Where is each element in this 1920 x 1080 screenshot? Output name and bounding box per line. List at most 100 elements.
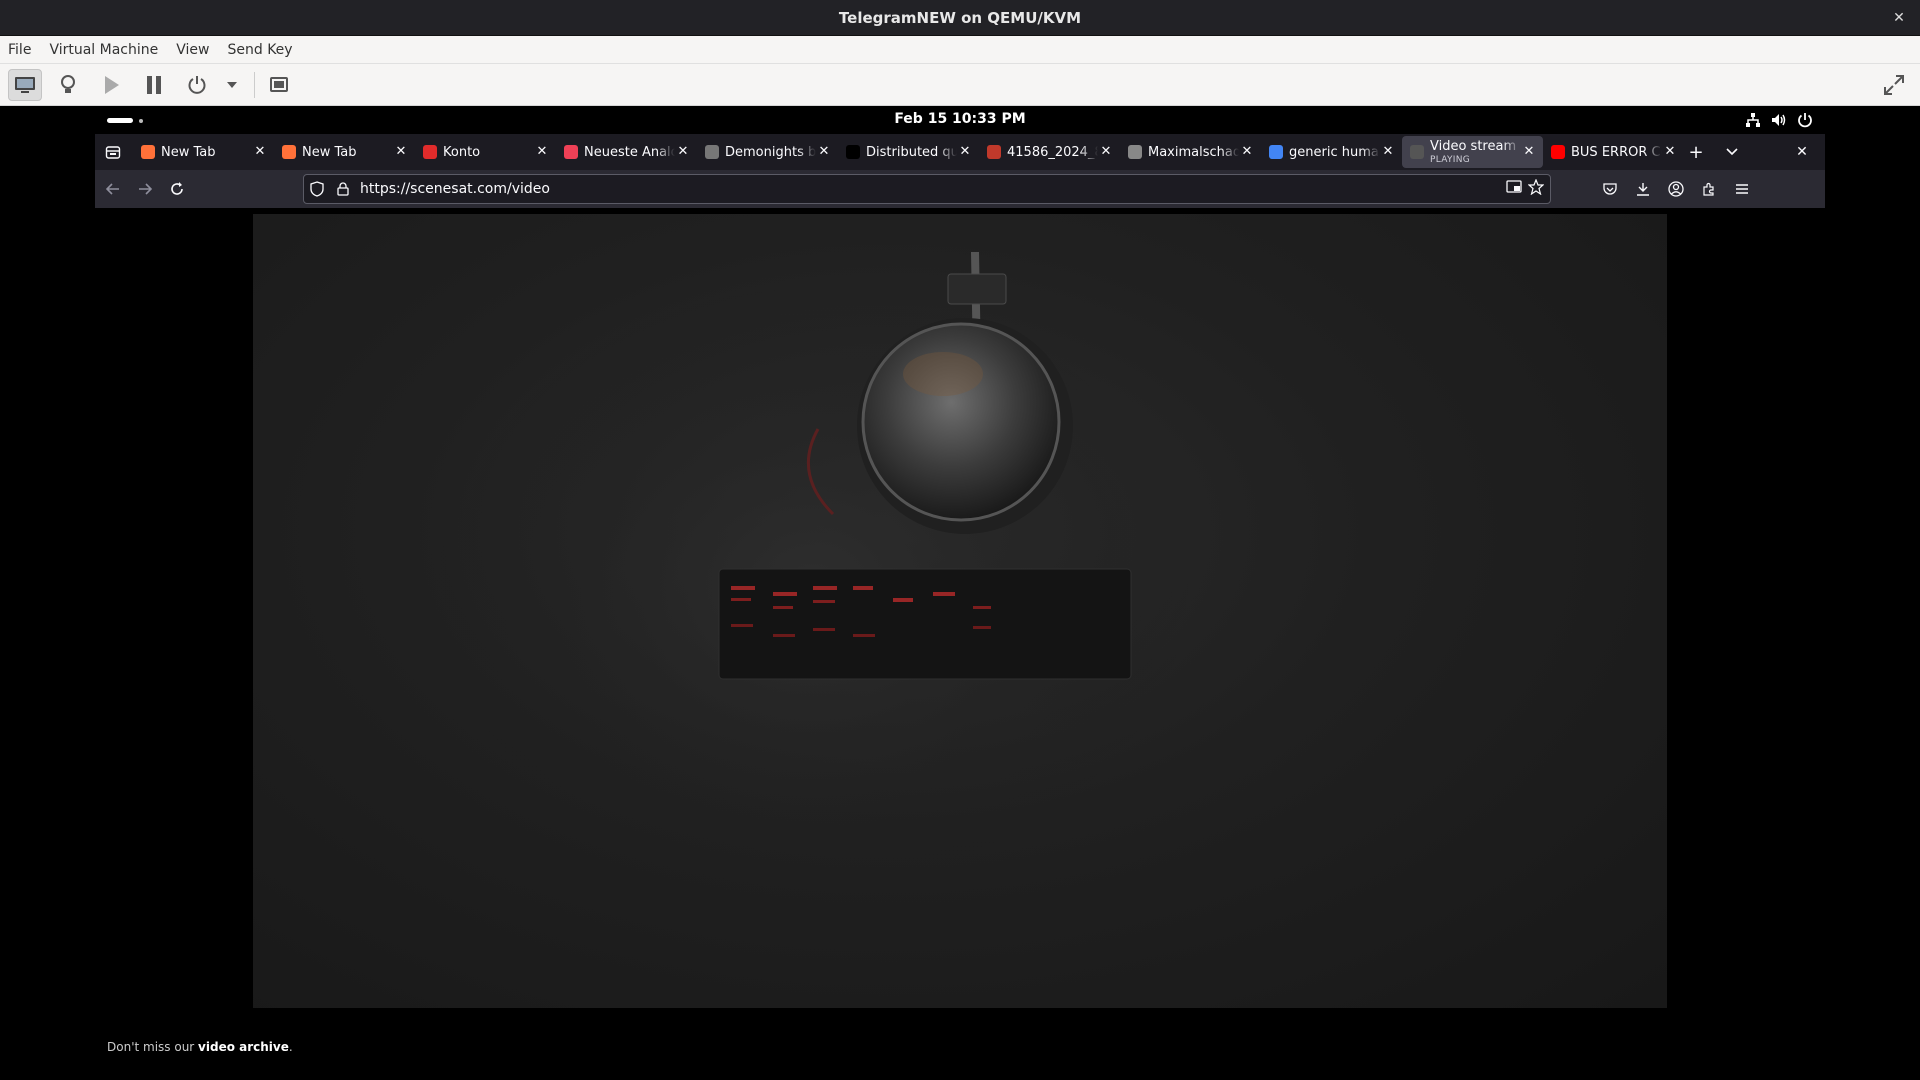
downloads-button[interactable] bbox=[1631, 177, 1655, 201]
scenesat-icon bbox=[1410, 145, 1424, 159]
browser-tab[interactable]: Demonights by ✕ bbox=[697, 136, 838, 168]
forward-button[interactable] bbox=[133, 177, 157, 201]
reload-button[interactable] bbox=[165, 177, 189, 201]
window-close-button[interactable]: ✕ bbox=[1890, 9, 1908, 27]
tab-label: New Tab bbox=[302, 144, 357, 160]
tab-label: BUS ERROR Co bbox=[1571, 144, 1662, 160]
new-tab-button[interactable]: + bbox=[1684, 140, 1708, 164]
tab-label: Konto bbox=[443, 144, 481, 160]
puzzle-icon bbox=[1703, 182, 1714, 196]
browser-tab[interactable]: 41586_2024_8 ✕ bbox=[979, 136, 1120, 168]
lock-icon[interactable] bbox=[330, 175, 356, 203]
host-toolbar bbox=[0, 64, 1920, 106]
tab-title-stack: Video stream | PLAYING bbox=[1430, 139, 1521, 166]
tab-label: Video stream | bbox=[1430, 138, 1521, 154]
expand-icon bbox=[1884, 75, 1904, 95]
tab-close-icon[interactable]: ✕ bbox=[252, 144, 268, 160]
google-icon bbox=[1269, 145, 1283, 159]
arrow-right-icon bbox=[139, 183, 152, 195]
footer-note: Don't miss our video archive. bbox=[107, 1040, 293, 1054]
guest-display[interactable]: Feb 15 10:33 PM New Tab ✕ New Tab ✕ Konto ✕ Ne… bbox=[0, 106, 1920, 1080]
pocket-icon bbox=[564, 145, 578, 159]
tab-close-icon[interactable]: ✕ bbox=[816, 144, 832, 160]
close-window-button[interactable]: ✕ bbox=[1790, 140, 1814, 164]
n-icon bbox=[846, 145, 860, 159]
power-icon bbox=[1797, 112, 1813, 128]
picture-in-picture-icon[interactable] bbox=[1506, 179, 1522, 199]
footer-text: Don't miss our bbox=[107, 1040, 199, 1054]
video-player[interactable] bbox=[253, 214, 1667, 1008]
tab-close-icon[interactable]: ✕ bbox=[393, 144, 409, 160]
firefox-browser: New Tab✕New Tab✕Konto✕Neueste Analoge✕De… bbox=[95, 134, 1825, 208]
tab-close-icon[interactable]: ✕ bbox=[1239, 144, 1255, 160]
tab-label: Neueste Analoge bbox=[584, 144, 675, 160]
tab-label: New Tab bbox=[161, 144, 216, 160]
dn-icon bbox=[705, 145, 719, 159]
browser-tab[interactable]: generic human ✕ bbox=[1261, 136, 1402, 168]
guest-clock[interactable]: Feb 15 10:33 PM bbox=[95, 111, 1825, 127]
firefox-icon bbox=[141, 145, 155, 159]
tab-close-icon[interactable]: ✕ bbox=[957, 144, 973, 160]
shutdown-menu-button[interactable] bbox=[223, 69, 241, 101]
run-button[interactable] bbox=[94, 69, 128, 101]
tab-label: Demonights by bbox=[725, 144, 816, 160]
url-bar[interactable]: https://scenesat.com/video bbox=[303, 174, 1551, 204]
tab-close-icon[interactable]: ✕ bbox=[1521, 144, 1537, 160]
pocket-button[interactable] bbox=[1598, 177, 1622, 201]
monitor-icon bbox=[15, 76, 35, 93]
pdf-icon bbox=[987, 145, 1001, 159]
snapshots-button[interactable] bbox=[263, 69, 297, 101]
app-menu-button[interactable] bbox=[1730, 177, 1754, 201]
tracking-protection-icon[interactable] bbox=[304, 175, 330, 203]
chevron-down-icon bbox=[1726, 148, 1738, 156]
tab-close-icon[interactable]: ✕ bbox=[1098, 144, 1114, 160]
tab-close-icon[interactable]: ✕ bbox=[1662, 144, 1678, 160]
page-content: Don't miss our video archive. bbox=[95, 208, 1825, 1080]
back-button[interactable] bbox=[101, 177, 125, 201]
system-tray[interactable] bbox=[1745, 112, 1813, 128]
fullscreen-button[interactable] bbox=[1878, 70, 1910, 100]
browser-tab[interactable]: Maximalschade ✕ bbox=[1120, 136, 1261, 168]
video-archive-link[interactable]: video archive bbox=[198, 1040, 289, 1054]
console-view-button[interactable] bbox=[8, 68, 42, 101]
pause-icon bbox=[147, 75, 161, 94]
firefox-icon bbox=[282, 145, 296, 159]
shutdown-button[interactable] bbox=[180, 69, 214, 101]
tab-strip: New Tab✕New Tab✕Konto✕Neueste Analoge✕De… bbox=[95, 134, 1825, 170]
extensions-button[interactable] bbox=[1697, 177, 1721, 201]
firefox-view-button[interactable] bbox=[101, 140, 125, 164]
download-icon bbox=[1637, 183, 1649, 196]
toolbar-separator bbox=[254, 71, 255, 98]
browser-tab[interactable]: Konto ✕ bbox=[415, 136, 556, 168]
reload-icon bbox=[171, 182, 183, 195]
browser-tab[interactable]: New Tab ✕ bbox=[133, 136, 274, 168]
browser-tab[interactable]: Neueste Analoge✕ bbox=[556, 136, 697, 168]
browser-tab[interactable]: New Tab ✕ bbox=[274, 136, 415, 168]
tab-label: Maximalschade bbox=[1148, 144, 1239, 160]
lightbulb-icon bbox=[61, 74, 75, 93]
youtube-icon bbox=[1551, 145, 1565, 159]
snapshot-icon bbox=[270, 76, 288, 92]
tab-close-icon[interactable]: ✕ bbox=[534, 144, 550, 160]
menu-virtual-machine[interactable]: Virtual Machine bbox=[49, 42, 158, 58]
menu-send-key[interactable]: Send Key bbox=[227, 42, 292, 58]
pause-button[interactable] bbox=[137, 69, 171, 101]
tab-close-icon[interactable]: ✕ bbox=[675, 144, 691, 160]
account-button[interactable] bbox=[1664, 177, 1688, 201]
menu-view[interactable]: View bbox=[176, 42, 209, 58]
browser-tab[interactable]: BUS ERROR Co ✕ bbox=[1543, 136, 1684, 168]
list-all-tabs-button[interactable] bbox=[1720, 140, 1744, 164]
guest-topbar: Feb 15 10:33 PM bbox=[95, 106, 1825, 134]
browser-tab[interactable]: Distributed qua ✕ bbox=[838, 136, 979, 168]
details-button[interactable] bbox=[51, 69, 85, 101]
menu-file[interactable]: File bbox=[8, 42, 31, 58]
network-icon bbox=[1745, 112, 1761, 128]
hamburger-icon bbox=[1736, 184, 1748, 194]
bookmark-star-icon[interactable] bbox=[1527, 178, 1545, 199]
tab-close-icon[interactable]: ✕ bbox=[1380, 144, 1396, 160]
tab-playing-label: PLAYING bbox=[1430, 154, 1471, 165]
url-text[interactable]: https://scenesat.com/video bbox=[356, 181, 1506, 197]
account-icon bbox=[1668, 181, 1684, 197]
tab-label: generic human bbox=[1289, 144, 1380, 160]
browser-tab[interactable]: Video stream | PLAYING ✕ bbox=[1402, 136, 1543, 168]
